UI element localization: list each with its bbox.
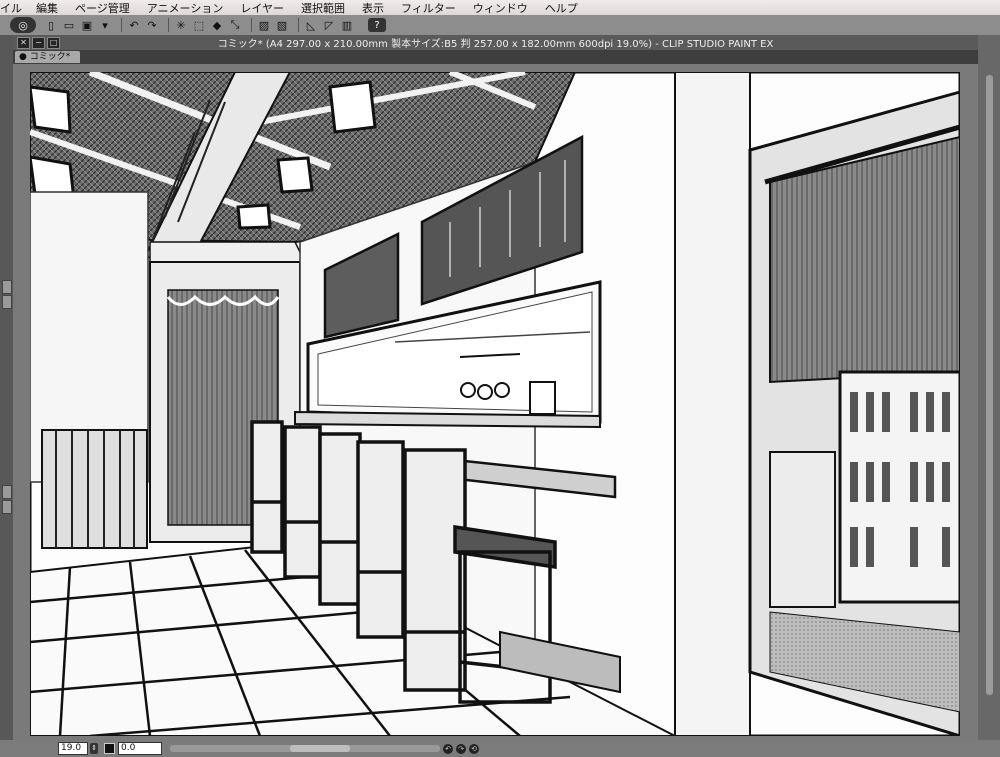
menu-help[interactable]: ヘルプ: [545, 0, 578, 16]
redo-icon[interactable]: ↷: [145, 18, 159, 32]
deselect-icon[interactable]: ▨: [257, 18, 271, 32]
help-button[interactable]: ?: [368, 18, 386, 32]
snap-grid-icon[interactable]: ▥: [340, 18, 354, 32]
left-palette-edge: [0, 35, 13, 745]
menu-bar: イル 編集 ページ管理 アニメーション レイヤー 選択範囲 表示 フィルター ウ…: [0, 0, 1000, 15]
document-tab[interactable]: ● コミック*: [15, 51, 81, 63]
undo-icon[interactable]: ↶: [127, 18, 141, 32]
save-icon[interactable]: ▣: [80, 18, 94, 32]
maximize-icon[interactable]: □: [47, 36, 60, 49]
invert-selection-icon[interactable]: ▧: [275, 18, 289, 32]
canvas-title-bar: ✕ − □ コミック* (A4 297.00 x 210.00mm 製本サイズ:…: [13, 35, 978, 50]
zoom-stepper-icon[interactable]: ⇕: [90, 743, 98, 754]
reset-rotation-icon[interactable]: ⟲: [469, 743, 479, 754]
zoom-field[interactable]: 19.0: [58, 742, 88, 755]
command-bar: ◎ ▯ ▭ ▣ ▾ ↶ ↷ ✳ ⬚ ◆ ⤡ ▨ ▧ ◺ ◸ ▥ ?: [0, 15, 1000, 35]
new-file-icon[interactable]: ▯: [44, 18, 58, 32]
canvas-title: コミック* (A4 297.00 x 210.00mm 製本サイズ:B5 判 2…: [217, 39, 774, 50]
vertical-scrollbar[interactable]: [986, 75, 993, 695]
menu-filter[interactable]: フィルター: [401, 0, 456, 16]
menu-file[interactable]: イル: [0, 0, 22, 16]
document-tab-label: コミック*: [29, 52, 71, 62]
manga-artwork-ramen-shop-interior[interactable]: [30, 72, 960, 736]
save-dropdown-icon[interactable]: ▾: [98, 18, 112, 32]
fit-icon[interactable]: [104, 743, 115, 754]
menu-selection[interactable]: 選択範囲: [301, 0, 345, 16]
minimize-icon[interactable]: −: [32, 36, 45, 49]
open-folder-icon[interactable]: ▭: [62, 18, 76, 32]
separator: [121, 18, 122, 32]
rotate-left-icon[interactable]: ↶: [443, 743, 453, 754]
menu-animation[interactable]: アニメーション: [147, 0, 224, 16]
scroll-thumb[interactable]: [290, 745, 350, 752]
snap-ruler-icon[interactable]: ◺: [304, 18, 318, 32]
palette-tab[interactable]: [2, 500, 12, 514]
separator: [251, 18, 252, 32]
clip-studio-logo-icon[interactable]: ◎: [10, 17, 36, 33]
menu-edit[interactable]: 編集: [36, 0, 58, 16]
fill-icon[interactable]: ◆: [210, 18, 224, 32]
left-wooden-fence: [41, 429, 148, 549]
menu-view[interactable]: 表示: [362, 0, 384, 16]
right-palette-edge: [978, 35, 1000, 745]
menu-window[interactable]: ウィンドウ: [473, 0, 528, 16]
canvas-area[interactable]: [13, 64, 978, 740]
clear-outside-icon[interactable]: ⬚: [192, 18, 206, 32]
status-bar: 19.0 ⇕ 0.0 ↶ ↷ ⟲: [0, 740, 1000, 757]
menu-layer[interactable]: レイヤー: [240, 0, 284, 16]
doorway-right: [748, 90, 960, 736]
palette-tab[interactable]: [2, 295, 12, 309]
snap-special-ruler-icon[interactable]: ◸: [322, 18, 336, 32]
palette-tab[interactable]: [2, 485, 12, 499]
document-tab-row: ● コミック*: [13, 50, 978, 64]
close-icon[interactable]: ✕: [17, 36, 30, 49]
transform-icon[interactable]: ⤡: [228, 18, 242, 32]
rotate-right-icon[interactable]: ↷: [456, 743, 466, 754]
palette-tab[interactable]: [2, 280, 12, 294]
separator: [298, 18, 299, 32]
menu-page[interactable]: ページ管理: [75, 0, 130, 16]
clear-icon[interactable]: ✳: [174, 18, 188, 32]
horizontal-scrollbar[interactable]: [170, 745, 440, 752]
rotation-field[interactable]: 0.0: [118, 742, 162, 755]
separator: [168, 18, 169, 32]
